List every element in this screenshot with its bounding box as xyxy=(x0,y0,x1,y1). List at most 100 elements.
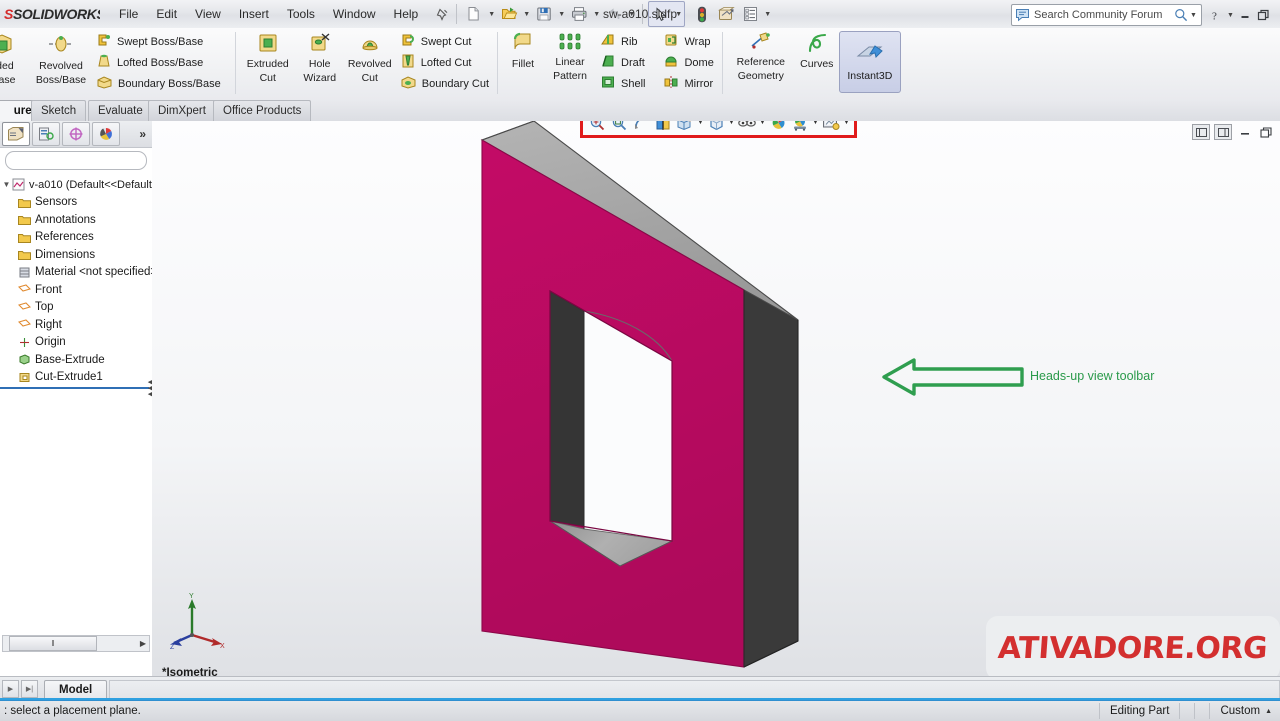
tree-item-front-plane[interactable]: Front xyxy=(2,281,152,299)
ribbon-extruded-boss-base[interactable]: uded /Base xyxy=(0,28,30,98)
view-settings-caret-icon[interactable]: ▼ xyxy=(842,121,851,133)
tree-item-references[interactable]: References xyxy=(2,229,152,247)
view-orientation-icon[interactable] xyxy=(674,121,696,133)
feature-tree-filter-input[interactable] xyxy=(5,151,147,170)
tree-item-dimensions[interactable]: Dimensions xyxy=(2,246,152,264)
tab-scroll-prev-icon[interactable]: ▶ xyxy=(2,680,19,698)
ribbon-dome[interactable]: Dome xyxy=(659,52,717,73)
ribbon-revolved-cut[interactable]: Revolved Cut xyxy=(344,28,396,98)
ribbon-extruded-cut[interactable]: Extruded Cut xyxy=(240,28,296,98)
document-tab-model[interactable]: Model xyxy=(44,679,108,699)
hide-show-items-caret-icon[interactable]: ▼ xyxy=(758,121,767,133)
new-document-icon[interactable] xyxy=(462,2,486,26)
scrollbar-thumb[interactable]: ‖ xyxy=(9,636,97,651)
ribbon-hole-wizard[interactable]: Hole Wizard xyxy=(296,28,344,98)
part-model-render[interactable] xyxy=(152,121,1280,676)
hide-show-items-icon[interactable] xyxy=(736,121,758,133)
feature-manager-tab[interactable] xyxy=(2,122,30,146)
options-icon[interactable] xyxy=(714,2,738,26)
configuration-manager-tab[interactable] xyxy=(62,122,90,146)
display-style-caret-icon[interactable]: ▼ xyxy=(727,121,736,133)
tab-sketch[interactable]: Sketch xyxy=(31,100,87,121)
restore-icon[interactable] xyxy=(1254,6,1272,24)
save-icon[interactable] xyxy=(532,2,556,26)
undo-caret-icon[interactable]: ▼ xyxy=(626,3,637,25)
tree-item-cut-extrude1[interactable]: Cut-Extrude1 xyxy=(2,369,152,387)
ribbon-draft[interactable]: Draft xyxy=(596,52,649,73)
edit-appearance-icon[interactable] xyxy=(767,121,789,133)
print-icon[interactable] xyxy=(567,2,591,26)
status-units[interactable]: Custom xyxy=(1209,703,1262,719)
display-style-icon[interactable] xyxy=(705,121,727,133)
property-manager-tab[interactable] xyxy=(32,122,60,146)
search-community-forum[interactable]: Search Community Forum ▼ xyxy=(1011,4,1202,26)
graphics-viewport[interactable]: ▼ ▼ ▼ ▼ ▼ Heads-up view toolbar Y X Z *I… xyxy=(152,121,1280,676)
apply-scene-icon[interactable] xyxy=(789,121,811,133)
tab-scroll-next-icon[interactable]: ▶| xyxy=(21,680,38,698)
tree-item-origin[interactable]: Origin xyxy=(2,334,152,352)
tree-expander-icon[interactable]: ▼ xyxy=(2,176,11,193)
question-mark-icon[interactable]: ? xyxy=(1207,6,1225,24)
ribbon-lofted-cut[interactable]: Lofted Cut xyxy=(396,52,493,73)
scroll-right-arrow-icon[interactable]: ▶ xyxy=(140,639,146,648)
search-caret-icon[interactable]: ▼ xyxy=(1188,4,1199,26)
ribbon-shell[interactable]: Shell xyxy=(596,73,649,94)
rebuild-icon[interactable] xyxy=(690,2,714,26)
tree-item-part[interactable]: ▼ v-a010 (Default<<Default>_P xyxy=(2,176,152,194)
tab-office-products[interactable]: Office Products xyxy=(213,100,312,121)
pushpin-icon[interactable] xyxy=(433,5,451,23)
select-pointer-icon[interactable] xyxy=(649,2,673,26)
open-document-caret-icon[interactable]: ▼ xyxy=(521,3,532,25)
tree-item-annotations[interactable]: Annotations xyxy=(2,211,152,229)
apply-scene-caret-icon[interactable]: ▼ xyxy=(811,121,820,133)
zoom-to-area-icon[interactable] xyxy=(608,121,630,133)
menu-file[interactable]: File xyxy=(110,4,147,24)
list-options-caret-icon[interactable]: ▼ xyxy=(762,3,773,25)
tree-item-base-extrude[interactable]: Base-Extrude xyxy=(2,351,152,369)
tree-item-right-plane[interactable]: Right xyxy=(2,316,152,334)
display-manager-tab[interactable] xyxy=(92,122,120,146)
menu-window[interactable]: Window xyxy=(324,4,385,24)
feature-tree-horizontal-scrollbar[interactable]: ‖ ▶ xyxy=(2,635,150,652)
tab-evaluate[interactable]: Evaluate xyxy=(88,100,153,121)
ribbon-boundary-boss-base[interactable]: Boundary Boss/Base xyxy=(92,73,225,94)
ribbon-boundary-cut[interactable]: Boundary Cut xyxy=(396,73,493,94)
ribbon-reference-geometry[interactable]: Reference Geometry xyxy=(727,28,795,98)
status-units-caret-icon[interactable]: ▲ xyxy=(1262,708,1280,715)
new-document-caret-icon[interactable]: ▼ xyxy=(486,3,497,25)
undo-icon[interactable] xyxy=(602,2,626,26)
minimize-icon[interactable] xyxy=(1236,6,1254,24)
save-caret-icon[interactable]: ▼ xyxy=(556,3,567,25)
ribbon-instant3d[interactable]: Instant3D xyxy=(838,31,901,93)
list-options-icon[interactable] xyxy=(738,2,762,26)
menu-help[interactable]: Help xyxy=(385,4,428,24)
previous-view-icon[interactable] xyxy=(630,121,652,133)
select-tool-caret-icon[interactable]: ▼ xyxy=(673,3,684,25)
menu-view[interactable]: View xyxy=(186,4,230,24)
print-caret-icon[interactable]: ▼ xyxy=(591,3,602,25)
magnifier-icon[interactable] xyxy=(1174,8,1188,22)
tree-item-top-plane[interactable]: Top xyxy=(2,299,152,317)
view-orientation-caret-icon[interactable]: ▼ xyxy=(696,121,705,133)
view-settings-icon[interactable] xyxy=(820,121,842,133)
ribbon-wrap[interactable]: Wrap xyxy=(659,31,717,52)
ribbon-revolved-boss-base[interactable]: Revolved Boss/Base xyxy=(30,28,92,98)
open-document-icon[interactable] xyxy=(497,2,521,26)
tab-dimxpert[interactable]: DimXpert xyxy=(148,100,216,121)
ribbon-fillet[interactable]: Fillet xyxy=(502,28,544,98)
tree-item-material[interactable]: Material <not specified> xyxy=(2,264,152,282)
ribbon-swept-boss-base[interactable]: Swept Boss/Base xyxy=(92,31,225,52)
section-view-icon[interactable] xyxy=(652,121,674,133)
menu-tools[interactable]: Tools xyxy=(278,4,324,24)
zoom-to-fit-icon[interactable] xyxy=(586,121,608,133)
help-caret-icon[interactable]: ▼ xyxy=(1225,4,1236,26)
ribbon-mirror[interactable]: Mirror xyxy=(659,73,717,94)
menu-insert[interactable]: Insert xyxy=(230,4,278,24)
panel-more-tabs-icon[interactable]: » xyxy=(139,127,146,141)
ribbon-curves[interactable]: Curves xyxy=(795,28,839,98)
tree-item-sensors[interactable]: Sensors xyxy=(2,194,152,212)
ribbon-rib[interactable]: Rib xyxy=(596,31,649,52)
ribbon-lofted-boss-base[interactable]: Lofted Boss/Base xyxy=(92,52,225,73)
ribbon-linear-pattern[interactable]: Linear Pattern xyxy=(544,28,596,98)
ribbon-swept-cut[interactable]: Swept Cut xyxy=(396,31,493,52)
